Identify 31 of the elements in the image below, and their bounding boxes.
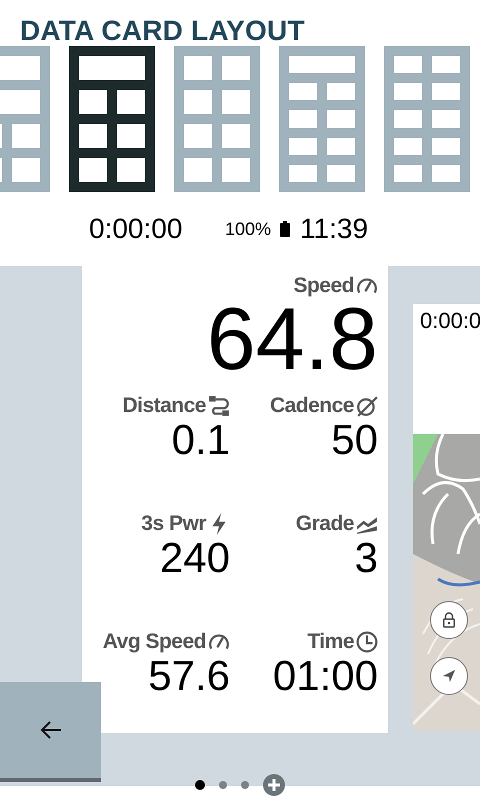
page-dot[interactable] [195,780,205,790]
field-label: Distance [122,394,206,418]
route-icon [208,395,230,417]
clock: 11:39 [300,213,368,245]
field-label: Speed [293,274,354,298]
field-label: Avg Speed [102,630,206,654]
page-dot[interactable] [219,781,227,789]
ride-timer: 0:00:0 [420,308,480,334]
back-button[interactable] [0,682,101,782]
field-label: Time [307,630,354,654]
field-label: Cadence [270,394,354,418]
field-label: 3s Pwr [141,512,206,536]
page-dot[interactable] [241,781,249,789]
layout-option[interactable] [69,46,155,192]
field-label: Grade [296,512,354,536]
field-value: 3 [354,536,378,580]
clock-icon [356,631,378,653]
field-value: 57.6 [148,654,230,698]
field-value: 64.8 [206,298,378,380]
ride-timer: 0:00:00 [89,213,184,245]
field-value: 50 [331,418,378,462]
lock-icon [442,612,456,628]
field-value: 240 [160,536,230,580]
add-page-icon[interactable] [263,774,285,796]
navigation-arrow-icon [442,669,456,683]
battery-percent: 100% [225,218,272,240]
screen-title: DATA CARD LAYOUT [19,14,306,46]
field-value: 01:00 [272,654,378,698]
field-value: 0.1 [172,418,230,462]
cadence-icon [356,395,378,417]
battery-icon [280,221,290,237]
